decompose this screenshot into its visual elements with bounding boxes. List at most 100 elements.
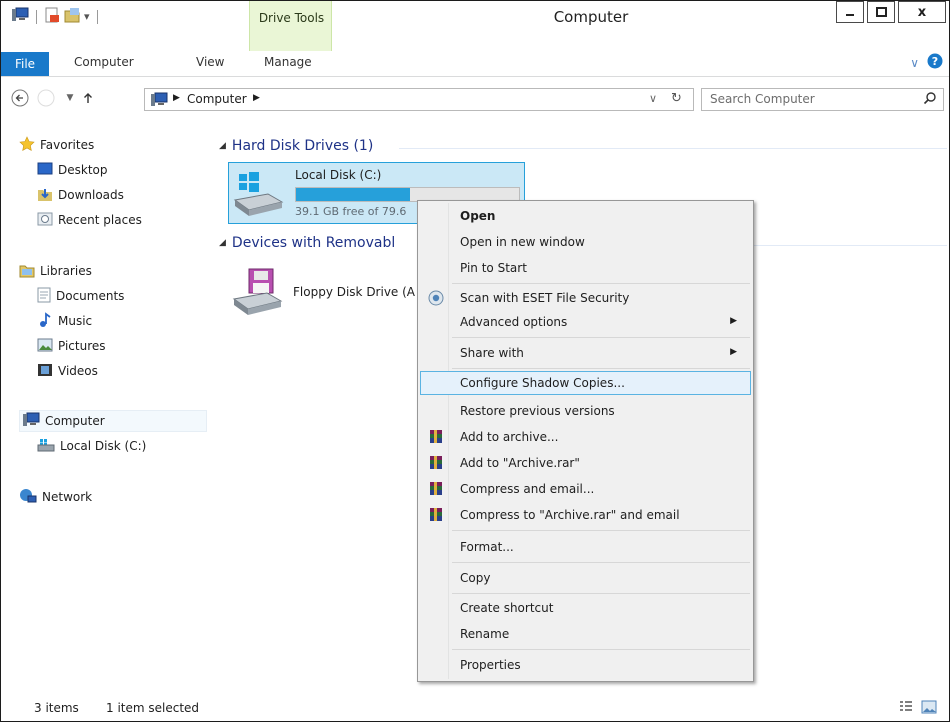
nav-local-disk[interactable]: Local Disk (C:): [37, 435, 146, 457]
menu-separator: [452, 283, 750, 284]
local-disk-icon: [37, 438, 55, 455]
local-disk-free-space: 39.1 GB free of 79.6: [295, 205, 407, 218]
menu-item-compress-rar-and-email[interactable]: Compress to "Archive.rar" and email: [420, 503, 751, 527]
menu-item-create-shortcut[interactable]: Create shortcut: [420, 596, 751, 620]
menu-item-advanced-options[interactable]: Advanced options ▶: [420, 310, 751, 334]
computer-icon[interactable]: [11, 7, 29, 26]
menu-item-rename[interactable]: Rename: [420, 622, 751, 646]
nav-label: Downloads: [58, 188, 124, 202]
music-icon: [37, 311, 53, 331]
expand-ribbon-icon[interactable]: ∨: [910, 56, 919, 70]
window-title: Computer: [553, 8, 629, 26]
close-button[interactable]: x: [898, 1, 946, 23]
menu-item-add-to-archive[interactable]: Add to archive...: [420, 425, 751, 449]
group-removable-devices[interactable]: ◢ Devices with Removabl: [219, 235, 395, 251]
tab-file[interactable]: File: [1, 52, 49, 76]
separator: [36, 9, 37, 24]
up-button[interactable]: [79, 89, 97, 107]
downloads-icon: [37, 186, 53, 205]
collapse-triangle-icon: ◢: [219, 141, 226, 151]
floppy-drive-tile[interactable]: Floppy Disk Drive (A: [229, 267, 419, 323]
context-menu: Open Open in new window Pin to Start Sca…: [417, 200, 754, 682]
menu-item-configure-shadow-copies[interactable]: Configure Shadow Copies...: [420, 371, 751, 395]
forward-button[interactable]: [37, 89, 55, 107]
desktop-icon: [37, 162, 53, 179]
nav-libraries[interactable]: Libraries: [19, 260, 92, 282]
customize-qat-icon[interactable]: ▾: [84, 10, 90, 23]
search-icon[interactable]: [923, 91, 937, 108]
floppy-drive-name: Floppy Disk Drive (A: [293, 285, 416, 299]
winrar-icon: [428, 455, 444, 471]
svg-text:?: ?: [932, 55, 938, 68]
refresh-icon[interactable]: ↻: [671, 91, 682, 106]
tab-manage[interactable]: Manage: [264, 51, 312, 73]
nav-pictures[interactable]: Pictures: [37, 335, 106, 357]
menu-separator: [452, 530, 750, 531]
nav-label: Music: [58, 314, 93, 328]
menu-item-compress-and-email[interactable]: Compress and email...: [420, 477, 751, 501]
submenu-arrow-icon: ▶: [730, 316, 737, 326]
winrar-icon: [428, 429, 444, 445]
address-dropdown-icon[interactable]: ∨: [649, 92, 657, 105]
nav-downloads[interactable]: Downloads: [37, 184, 124, 206]
maximize-button[interactable]: [867, 1, 895, 23]
menu-item-share-with[interactable]: Share with ▶: [420, 341, 751, 365]
floppy-drive-icon: [231, 267, 283, 322]
menu-item-format[interactable]: Format...: [420, 535, 751, 559]
breadcrumb-arrow-icon[interactable]: ▶: [253, 93, 260, 103]
chevron-down-icon: ▼: [66, 93, 74, 103]
status-bar: 3 items 1 item selected: [1, 695, 949, 721]
address-bar[interactable]: ▶ Computer ▶ ∨ ↻: [144, 88, 694, 111]
group-hard-disk-drives[interactable]: ◢ Hard Disk Drives (1): [219, 138, 373, 154]
separator: [96, 9, 98, 24]
nav-label: Recent places: [58, 213, 142, 227]
details-view-icon[interactable]: [899, 700, 913, 717]
menu-item-copy[interactable]: Copy: [420, 566, 751, 590]
menu-separator: [452, 593, 750, 594]
computer-icon: [150, 92, 168, 110]
local-disk-name: Local Disk (C:): [295, 168, 382, 182]
nav-label: Documents: [56, 289, 125, 303]
videos-icon: [37, 363, 53, 380]
nav-label: Videos: [58, 364, 98, 378]
nav-network[interactable]: Network: [19, 486, 92, 508]
quick-access-toolbar: ▾: [11, 7, 101, 26]
explorer-window: ▾ Drive Tools Computer x File Computer V…: [0, 0, 950, 722]
collapse-triangle-icon: ◢: [219, 238, 226, 248]
breadcrumb-computer[interactable]: Computer: [187, 92, 247, 106]
winrar-icon: [428, 507, 444, 523]
menu-item-restore-previous-versions[interactable]: Restore previous versions: [420, 399, 751, 423]
nav-favorites[interactable]: Favorites: [19, 134, 94, 156]
submenu-arrow-icon: ▶: [730, 347, 737, 357]
drive-tools-label: Drive Tools: [258, 11, 325, 25]
recent-locations-button[interactable]: ▼: [61, 89, 79, 107]
nav-recent-places[interactable]: Recent places: [37, 209, 142, 231]
menu-item-open[interactable]: Open: [420, 204, 751, 228]
computer-icon: [22, 412, 40, 430]
new-folder-icon[interactable]: [64, 7, 80, 26]
nav-computer[interactable]: Computer: [19, 410, 207, 432]
search-box[interactable]: Search Computer: [701, 88, 944, 111]
menu-separator: [452, 562, 750, 563]
menu-item-scan-eset[interactable]: Scan with ESET File Security: [420, 286, 751, 310]
nav-label: Local Disk (C:): [60, 439, 147, 453]
properties-icon[interactable]: [44, 7, 60, 26]
tab-computer[interactable]: Computer: [74, 51, 134, 73]
eset-icon: [428, 290, 444, 306]
minimize-button[interactable]: [836, 1, 864, 23]
menu-item-open-new-window[interactable]: Open in new window: [420, 230, 751, 254]
large-icons-view-icon[interactable]: [921, 700, 937, 717]
nav-music[interactable]: Music: [37, 310, 92, 332]
tab-view[interactable]: View: [196, 51, 224, 73]
title-bar: ▾ Drive Tools Computer x: [1, 1, 949, 51]
nav-videos[interactable]: Videos: [37, 360, 98, 382]
nav-documents[interactable]: Documents: [37, 285, 124, 307]
back-button[interactable]: [11, 89, 29, 107]
breadcrumb-arrow-icon[interactable]: ▶: [173, 93, 180, 103]
menu-item-add-to-archive-rar[interactable]: Add to "Archive.rar": [420, 451, 751, 475]
nav-desktop[interactable]: Desktop: [37, 159, 108, 181]
menu-item-pin-to-start[interactable]: Pin to Start: [420, 256, 751, 280]
libraries-icon: [19, 262, 35, 281]
menu-item-properties[interactable]: Properties: [420, 653, 751, 677]
help-icon[interactable]: ?: [927, 53, 943, 72]
